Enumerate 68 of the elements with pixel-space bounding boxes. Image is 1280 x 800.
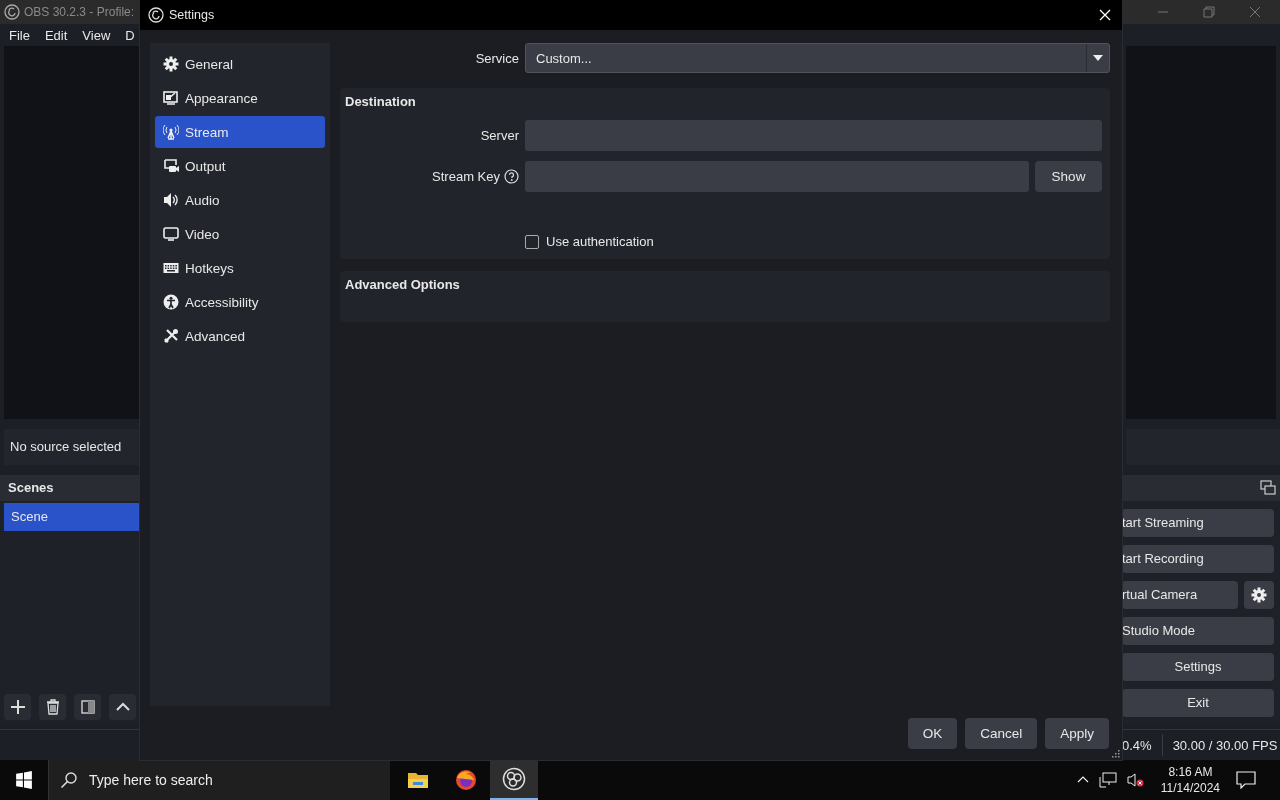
field-label: Service [474,50,519,66]
stream-key-field[interactable] [525,161,1029,192]
notification-icon[interactable] [1236,771,1256,789]
trash-icon[interactable] [39,694,66,721]
help-icon[interactable] [504,169,519,184]
field-label: Server [479,128,519,143]
control-button[interactable]: Settings [1122,652,1274,681]
keyboard-icon [163,260,179,276]
control-button[interactable]: Exit [1122,688,1274,717]
sidebar-item[interactable]: Hotkeys [155,252,325,284]
show-button[interactable]: Show [1035,161,1102,192]
control-button[interactable]: Studio Mode [1122,616,1274,645]
menu-item[interactable]: View [82,27,111,43]
fps-reading: 30.00 / 30.00 FPS [1172,737,1278,753]
cpu-usage: 0.4% [1122,737,1152,753]
person-icon [163,294,179,310]
control-button[interactable]: rtual Camera [1122,580,1238,609]
network-icon[interactable] [1098,772,1117,788]
gear-icon [163,56,179,72]
add-icon[interactable] [4,694,31,721]
folder-icon [407,770,429,790]
service-dropdown[interactable]: Custom... [525,43,1110,73]
sidebar-item[interactable]: Stream [155,116,325,148]
dialog-button[interactable]: Apply [1045,717,1109,749]
time-text: 8:16 AM [1168,764,1213,780]
server-field[interactable] [525,120,1102,151]
undock-icon[interactable] [1260,479,1276,496]
dialog-button[interactable]: Cancel [965,717,1038,749]
field-label: Stream Key [432,169,500,184]
menu-item[interactable]: D [125,27,135,43]
checkbox[interactable] [525,234,539,249]
scene-item[interactable]: Scene [4,502,140,531]
sidebar-item[interactable]: Advanced [155,320,325,352]
muted-speaker-icon[interactable] [1126,772,1145,788]
antenna-icon [163,124,179,140]
gear-icon[interactable] [1244,580,1274,609]
group-title: Destination [345,94,417,109]
panel-title: Scenes [8,480,54,496]
sidebar-item[interactable]: Appearance [155,82,325,114]
monitor-brush-icon [163,90,179,106]
search-field[interactable]: Type here to search [48,760,390,800]
dialog-button[interactable]: OK [907,717,958,749]
speaker-icon [163,192,179,208]
group-title: Advanced Options [345,277,461,292]
menu-item[interactable]: Edit [44,27,68,43]
sidebar-item[interactable]: General [155,48,325,80]
windows-icon[interactable] [15,771,33,789]
menu-item[interactable]: File [9,27,30,43]
taskbar-app[interactable] [490,760,538,800]
resize-grip-icon[interactable] [1112,750,1120,758]
sidebar-item[interactable]: Audio [155,184,325,216]
clock[interactable]: 8:16 AM 11/14/2024 [1160,764,1220,796]
sidebar-item[interactable]: Accessibility [155,286,325,318]
tools-icon [163,328,179,344]
browser-icon [454,768,478,792]
sidebar-item[interactable]: Output [155,150,325,182]
monitor-icon [163,226,179,242]
dialog-title: Settings [169,8,215,22]
control-button[interactable]: tart Recording [1122,544,1274,573]
checkbox-label: Use authentication [546,234,654,249]
caret-icon [1093,55,1103,61]
date-text: 11/14/2024 [1160,780,1220,796]
screen-camera-icon [163,158,179,174]
sidebar-item[interactable]: Video [155,218,325,250]
source-label: No source selected [10,439,122,455]
window-title: OBS 30.2.3 - Profile: [24,5,135,19]
control-button[interactable]: tart Streaming [1122,508,1274,537]
filter-icon[interactable] [74,694,101,721]
